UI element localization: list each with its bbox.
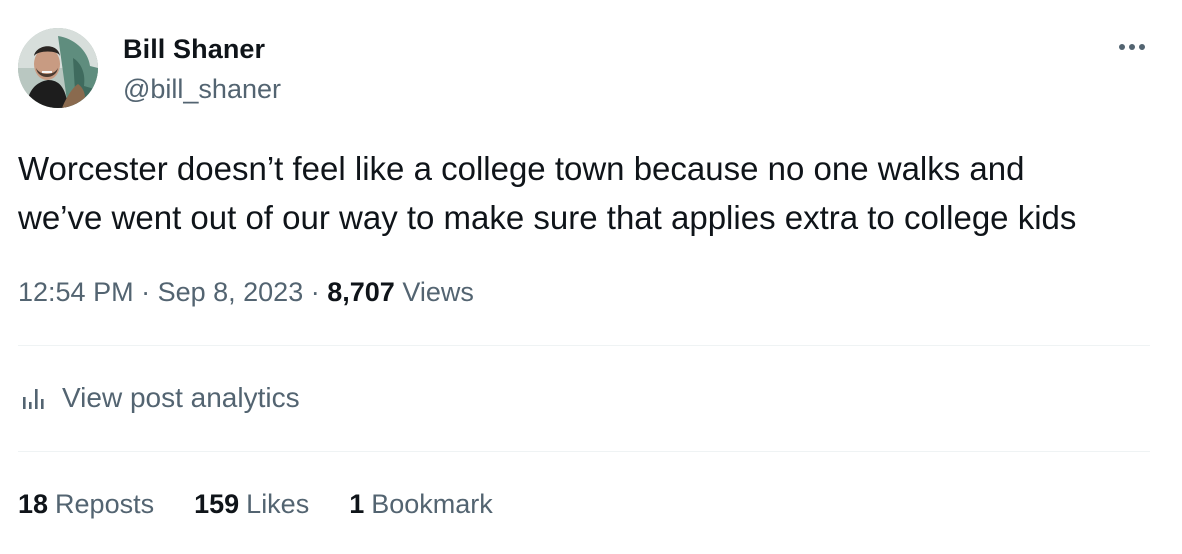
reposts-label: Reposts — [55, 489, 155, 519]
divider — [18, 451, 1150, 452]
analytics-label: View post analytics — [62, 382, 300, 413]
more-options-button[interactable] — [1110, 32, 1154, 62]
likes-count: 159 — [194, 489, 240, 519]
engagement-stats: 18 Reposts 159 Likes 1 Bookmark — [18, 486, 493, 522]
divider — [18, 345, 1150, 346]
meta-separator: · — [133, 277, 158, 307]
tweet-time[interactable]: 12:54 PM — [18, 277, 134, 307]
more-dots-icon — [1129, 44, 1135, 50]
profile-photo-avatar-icon — [18, 28, 98, 108]
more-dots-icon — [1119, 44, 1125, 50]
reposts-count: 18 — [18, 489, 49, 519]
views-label: Views — [402, 277, 474, 307]
avatar[interactable] — [18, 28, 98, 108]
likes-label: Likes — [246, 489, 310, 519]
tweet-card: Bill Shaner @bill_shaner Worcester doesn… — [0, 0, 1182, 554]
display-name[interactable]: Bill Shaner — [123, 32, 265, 66]
bar-chart-icon — [18, 383, 48, 413]
meta-separator: · — [303, 277, 328, 307]
views-count: 8,707 — [327, 277, 395, 307]
bookmarks-label: Bookmark — [371, 489, 493, 519]
tweet-date[interactable]: Sep 8, 2023 — [158, 277, 304, 307]
tweet-text: Worcester doesn’t feel like a college to… — [18, 150, 1077, 236]
view-analytics-button[interactable]: View post analytics — [18, 378, 300, 418]
likes-stat[interactable]: 159 Likes — [194, 486, 309, 522]
bookmarks-stat[interactable]: 1 Bookmark — [349, 486, 493, 522]
user-handle[interactable]: @bill_shaner — [123, 72, 281, 106]
reposts-stat[interactable]: 18 Reposts — [18, 486, 154, 522]
tweet-meta: 12:54 PM · Sep 8, 2023 · 8,707 Views — [18, 274, 474, 310]
more-dots-icon — [1139, 44, 1145, 50]
bookmarks-count: 1 — [349, 489, 365, 519]
